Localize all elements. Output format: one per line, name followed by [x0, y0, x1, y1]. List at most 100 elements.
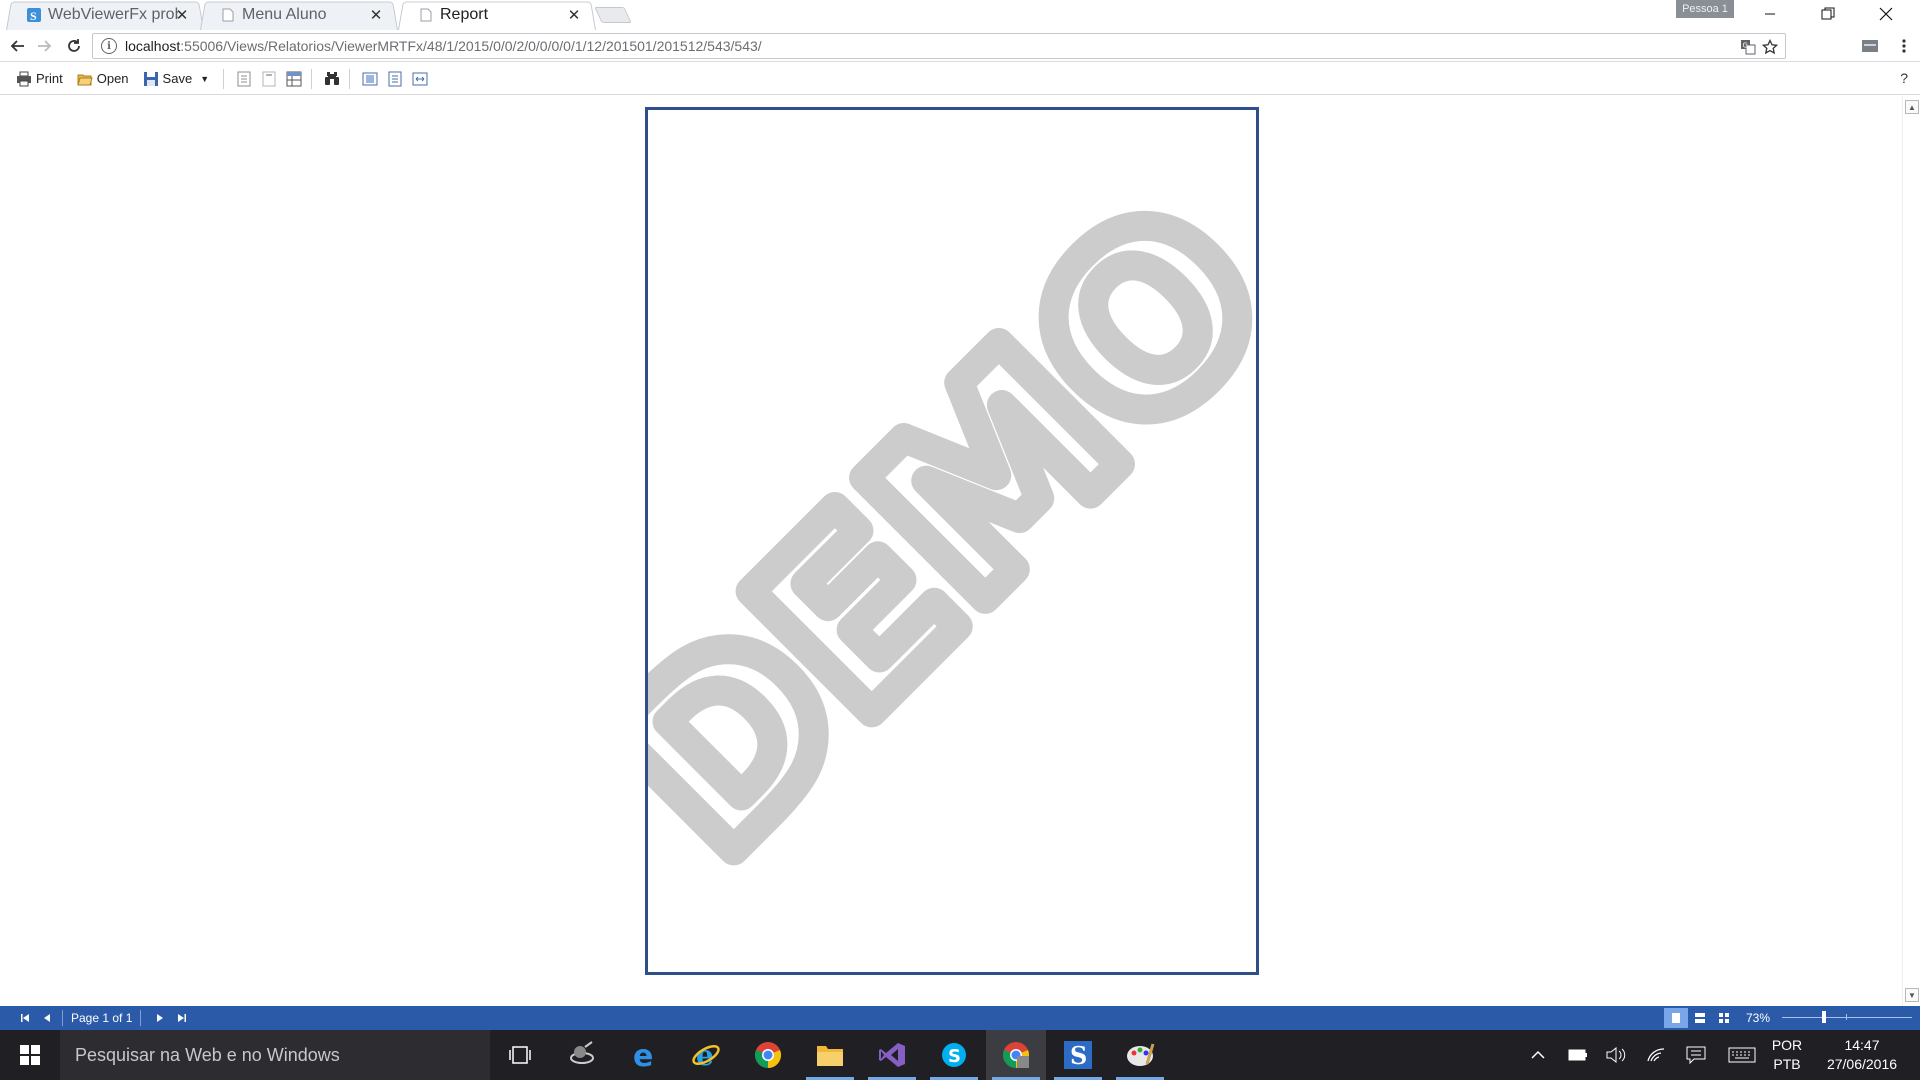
zoom-slider-handle[interactable] [1822, 1011, 1826, 1023]
svg-text:S: S [948, 1046, 961, 1067]
bookmark-star-icon[interactable] [1761, 38, 1779, 56]
svg-text:G: G [1743, 42, 1748, 50]
address-bar[interactable]: i localhost:55006/Views/Relatorios/Viewe… [92, 33, 1786, 59]
report-statusbar: Page 1 of 1 73% [0, 1006, 1920, 1030]
tab-close-icon[interactable]: ✕ [566, 7, 582, 24]
scroll-up-arrow-icon[interactable]: ▲ [1905, 100, 1919, 114]
edge-icon[interactable]: e [614, 1030, 674, 1080]
toolbar-separator [349, 68, 351, 89]
svg-text:e: e [633, 1041, 653, 1069]
tab-title: Menu Aluno [242, 6, 327, 23]
url-host: localhost [125, 38, 181, 54]
profile-badge[interactable]: Pessoa 1 [1676, 0, 1734, 18]
open-label: Open [96, 71, 129, 86]
save-label: Save [162, 71, 193, 86]
battery-icon[interactable] [1564, 1030, 1592, 1080]
chrome-menu-icon[interactable] [1892, 34, 1916, 58]
scroll-down-arrow-icon[interactable]: ▼ [1905, 988, 1919, 1002]
zoom-slider[interactable] [1782, 1011, 1912, 1023]
satellite-app-icon[interactable] [552, 1030, 612, 1080]
paint-app-icon[interactable] [1110, 1030, 1170, 1080]
status-divider [62, 1010, 63, 1026]
next-page-icon[interactable] [149, 1008, 171, 1028]
page-width-view-icon[interactable] [384, 68, 406, 90]
tab-menu-aluno[interactable]: Menu Aluno ✕ [200, 0, 398, 30]
system-clock[interactable]: 14:47 27/06/2016 [1818, 1036, 1906, 1074]
last-page-icon[interactable] [171, 1008, 193, 1028]
show-hidden-icons-chevron-icon[interactable] [1524, 1030, 1552, 1080]
chrome-icon[interactable] [738, 1030, 798, 1080]
visual-studio-icon[interactable] [862, 1030, 922, 1080]
skype-icon[interactable]: S [924, 1030, 984, 1080]
svg-text:S: S [30, 9, 37, 23]
toolbar-separator [223, 68, 225, 89]
watermark-text: DEMO [648, 154, 1256, 905]
print-button[interactable]: Print [14, 67, 65, 91]
tab-close-icon[interactable]: ✕ [368, 7, 384, 24]
back-arrow-icon[interactable] [6, 34, 30, 58]
save-button[interactable]: Save ▼ [141, 67, 212, 91]
reload-icon[interactable] [62, 34, 86, 58]
tab-title: Report [440, 6, 489, 23]
first-page-icon[interactable] [14, 1008, 36, 1028]
zoom-slider-mid-tick [1846, 1014, 1847, 1020]
input-language[interactable]: POR PTB [1762, 1036, 1812, 1074]
save-dropdown-arrow-icon[interactable]: ▼ [200, 74, 209, 84]
bookmarks-icon[interactable] [233, 68, 255, 90]
new-tab-button[interactable] [594, 7, 632, 23]
full-screen-icon[interactable] [409, 68, 431, 90]
restore-icon[interactable] [1800, 0, 1856, 28]
touch-keyboard-icon[interactable] [1724, 1030, 1760, 1080]
tab-webviewerfx[interactable]: S WebViewerFx probl ✕ [6, 0, 204, 30]
translate-icon[interactable]: G [1739, 38, 1757, 56]
browser-tab-strip: S WebViewerFx probl ✕ Menu Aluno ✕ Repor… [0, 0, 1920, 30]
browser-navigation-bar: i localhost:55006/Views/Relatorios/Viewe… [0, 30, 1920, 62]
open-button[interactable]: Open [75, 67, 131, 91]
single-page-view-icon[interactable] [359, 68, 381, 90]
url-text: localhost:55006/Views/Relatorios/ViewerM… [125, 38, 762, 54]
wifi-icon[interactable] [1642, 1030, 1670, 1080]
svg-text:S: S [1070, 1041, 1087, 1070]
close-window-icon[interactable] [1858, 0, 1914, 28]
single-page-mode-icon[interactable] [1664, 1008, 1688, 1028]
keyboard-layout: PTB [1773, 1056, 1801, 1072]
minimize-icon[interactable] [1742, 0, 1798, 28]
table-editor-icon[interactable] [283, 68, 305, 90]
tab-title: WebViewerFx probl [48, 6, 178, 23]
stimulsoft-icon[interactable]: S [1048, 1030, 1108, 1080]
find-binoculars-icon[interactable] [321, 68, 343, 90]
extension-icon[interactable] [1858, 34, 1882, 58]
site-info-icon[interactable]: i [101, 38, 117, 54]
taskbar-search-input[interactable]: Pesquisar na Web e no Windows [60, 1030, 490, 1080]
chrome-app-icon[interactable] [986, 1030, 1046, 1080]
toolbar-separator [311, 68, 313, 89]
page-info: Page 1 of 1 [71, 1011, 133, 1025]
save-disk-icon [143, 71, 159, 87]
open-folder-icon [77, 71, 93, 87]
language-code: POR [1771, 1037, 1803, 1053]
task-view-icon[interactable] [490, 1030, 550, 1080]
previous-page-icon[interactable] [36, 1008, 58, 1028]
document-icon [418, 7, 434, 23]
action-center-icon[interactable] [1682, 1030, 1710, 1080]
tab-report[interactable]: Report ✕ [398, 0, 596, 30]
tab-close-icon[interactable]: ✕ [174, 7, 190, 24]
document-icon [220, 7, 236, 23]
windows-start-icon[interactable] [0, 1030, 60, 1080]
file-explorer-icon[interactable] [800, 1030, 860, 1080]
forward-arrow-icon[interactable] [32, 34, 56, 58]
volume-icon[interactable] [1602, 1030, 1630, 1080]
continuous-mode-icon[interactable] [1688, 1008, 1712, 1028]
help-button[interactable]: ? [1900, 70, 1908, 86]
print-label: Print [36, 71, 63, 86]
report-page: DEMO [645, 107, 1259, 975]
report-toolbar: Print Open Save ▼ ? [0, 63, 1920, 95]
internet-explorer-icon[interactable]: e [676, 1030, 736, 1080]
demo-watermark: DEMO [648, 139, 1256, 920]
view-mode-group [1664, 1008, 1736, 1028]
windows-taskbar: Pesquisar na Web e no Windows e e S S PO… [0, 1030, 1920, 1080]
parameters-icon[interactable] [258, 68, 280, 90]
multiple-pages-mode-icon[interactable] [1712, 1008, 1736, 1028]
vertical-scrollbar[interactable]: ▲ ▼ [1902, 96, 1920, 1006]
stackoverflow-s-icon: S [26, 7, 42, 23]
